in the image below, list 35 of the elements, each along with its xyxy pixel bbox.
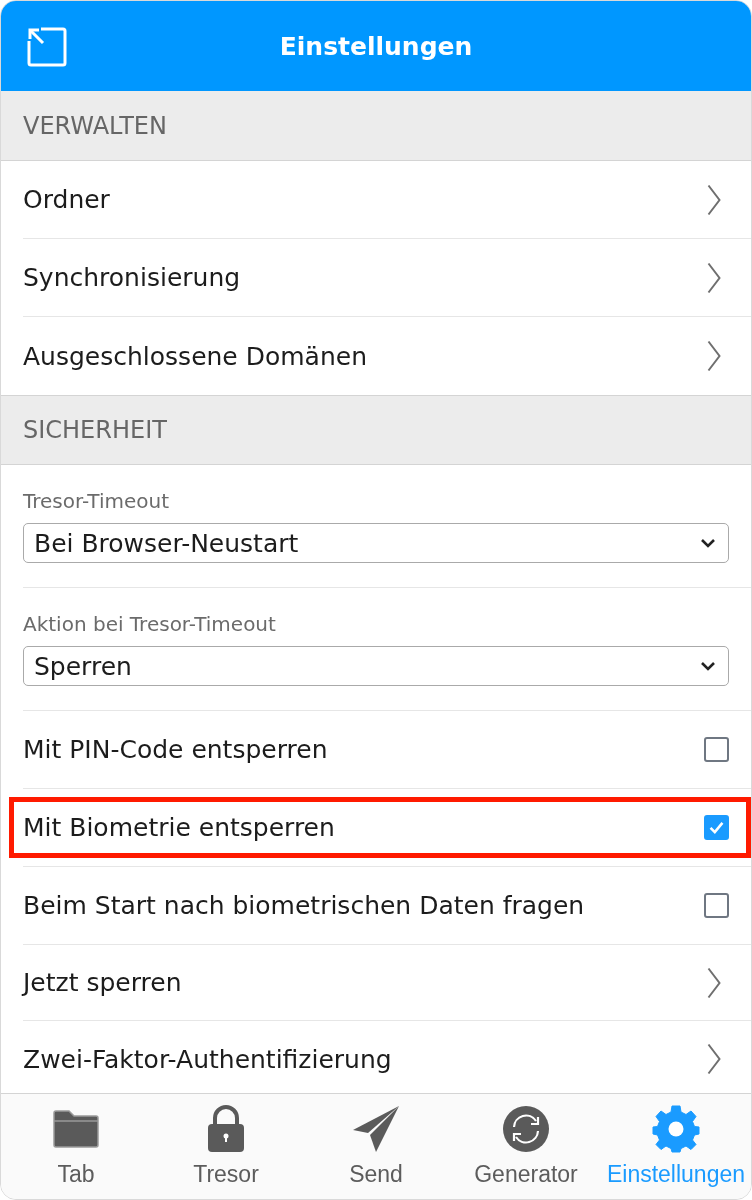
checkbox[interactable] (704, 737, 729, 762)
refresh-circle-icon (502, 1105, 550, 1153)
checkmark-icon (708, 819, 725, 836)
chevron-icon (707, 261, 721, 294)
section-header: SICHERHEIT (1, 395, 751, 465)
chevron-icon (707, 340, 721, 372)
tab[interactable]: Generator (451, 1094, 601, 1199)
setting-label: Mit Biometrie entsperren (23, 813, 335, 842)
window-title: Einstellungen (279, 31, 473, 61)
tab[interactable]: Tab (1, 1094, 151, 1199)
chevron-icon (707, 966, 721, 999)
dropdown[interactable]: Bei Browser-Neustart (23, 523, 729, 563)
menu-item[interactable]: Zwei-Faktor-Authentifizierung (23, 1021, 751, 1093)
gear-icon (652, 1105, 700, 1153)
menu-item[interactable]: Ausgeschlossene Domänen (23, 317, 751, 395)
section-header: VERWALTEN (1, 91, 751, 161)
checkbox[interactable] (704, 893, 729, 918)
paper-plane-icon (352, 1105, 400, 1153)
menu-item[interactable]: Ordner (23, 161, 751, 239)
chevron-icon (707, 1043, 721, 1075)
chevron-icon (707, 183, 721, 216)
expand-icon (27, 27, 67, 67)
tab[interactable]: Send (301, 1094, 451, 1199)
setting-label: Beim Start nach biometrischen Daten fragen (23, 891, 585, 920)
caret-icon (700, 661, 716, 671)
checkbox[interactable] (704, 815, 729, 840)
setting-label: Mit PIN-Code entsperren (23, 735, 328, 764)
menu-item[interactable]: Jetzt sperren (23, 945, 751, 1021)
popout-button[interactable] (25, 25, 69, 69)
dropdown[interactable]: Sperren (23, 646, 729, 686)
caret-icon (700, 538, 716, 548)
field-label: Aktion bei Tresor-Timeout (23, 612, 277, 636)
menu-item[interactable]: Synchronisierung (23, 239, 751, 317)
tab[interactable]: Tresor (151, 1094, 301, 1199)
field-label: Tresor-Timeout (23, 489, 171, 513)
